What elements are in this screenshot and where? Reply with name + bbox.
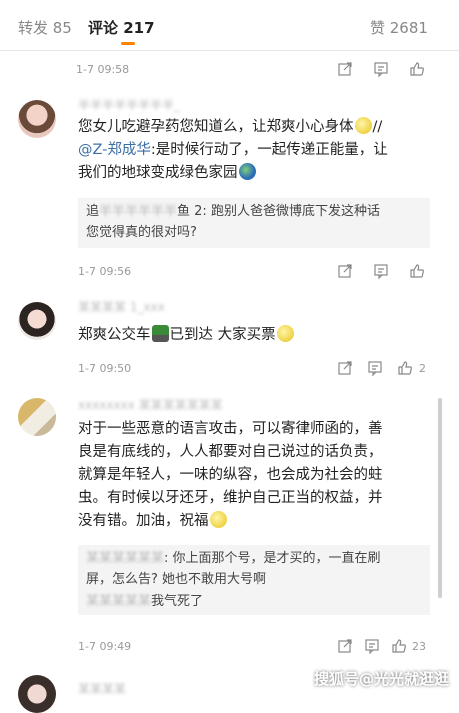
quoted-reply-box[interactable]: 某某某某某某: 你上面那个号，是才买的，一直在刷 屏，怎么告? 她也不敢用大号啊… [78,545,430,615]
comment-text: 我们的地球变成绿色家园 [78,165,238,181]
comment-time: 1-7 09:58 [76,63,130,76]
comment-line: 就算是年轻人，一味的纵容，也会成为社会的蛀 [78,467,383,483]
reply-line: 追半半半半半半鱼 2: 跑别人爸爸微博底下发这种话 [86,201,380,223]
repost-icon[interactable] [337,360,353,376]
crying-emoji-icon [209,511,227,528]
tab-comments[interactable]: 评论 217 [88,17,155,38]
laughing-emoji-icon [276,325,294,342]
bus-emoji-icon [151,325,169,342]
comment-line: 良是有底线的，人人都要对自己说过的话负责， [78,444,383,460]
reply-line: 您觉得真的很对吗? [86,225,197,240]
comment-username[interactable]: xxxxxxxx 某某某某某某某 [78,396,223,413]
reply-text: 鱼 2: 跑别人爸爸微博底下发这种话 [177,204,380,219]
comment-text: 已到达 大家买票 [169,327,276,343]
comment-tabs-bar: 转发 85 评论 217 赞 2681 [0,0,459,51]
reply-text: 我气死了 [151,594,204,609]
like-icon[interactable] [409,61,425,77]
comment-body: 郑爽公交车 已到达 大家买票 [78,324,295,347]
reply-icon[interactable] [373,263,389,279]
repost-icon[interactable] [337,263,353,279]
reply-line: 某某某某某我气死了 [86,591,203,613]
comment-time: 1-7 09:49 [78,640,132,653]
reply-line: 屏，怎么告? 她也不敢用大号啊 [86,572,267,587]
mention-link[interactable]: @Z-郑成华 [78,142,151,158]
avatar[interactable] [18,100,56,138]
comment-meta-row: 1-7 09:50 2 [0,357,459,383]
comment-body: 您女儿吃避孕药您知道么，让郑爽小心身体 // @Z-郑成华:是时候行动了，一起传递… [78,116,388,185]
tab-repost[interactable]: 转发 85 [18,17,72,38]
comment-text: 您女儿吃避孕药您知道么，让郑爽小心身体 [78,119,354,135]
repost-icon[interactable] [337,61,353,77]
tab-likes[interactable]: 赞 2681 [370,17,428,38]
comment-line: 没有错。加油，祝福 [78,510,383,533]
reply-text: : 你上面那个号，是才买的，一直在刷 [164,551,381,566]
comment-line: 您女儿吃避孕药您知道么，让郑爽小心身体 // [78,116,388,139]
reply-icon[interactable] [373,61,389,77]
comment-meta-row: 1-7 09:58 [0,58,459,84]
like-icon[interactable] [391,638,407,654]
comment-time: 1-7 09:50 [78,362,132,375]
smile-emoji-icon [354,117,372,134]
comment-time: 1-7 09:56 [78,265,132,278]
comment-line: 虫。有时候以牙还牙，维护自己正当的权益，并 [78,490,383,506]
comment-text: // [372,119,383,135]
comment-username[interactable]: 某某某某 [78,680,126,697]
avatar[interactable] [18,398,56,436]
like-icon[interactable] [409,263,425,279]
comment-text: 没有错。加油，祝福 [78,513,209,529]
reply-line: 某某某某某某: 你上面那个号，是才买的，一直在刷 [86,548,381,570]
active-tab-indicator [121,42,135,45]
reply-icon[interactable] [364,638,380,654]
comment-text: 郑爽公交车 [78,327,151,343]
comment-username[interactable]: 半半半半半半半半_ [78,96,180,113]
watermark: 搜狐号@光光就逛逛 [313,670,449,688]
repost-icon[interactable] [337,638,353,654]
comment-line: 对于一些恶意的语言攻击，可以寄律师函的，善 [78,421,383,437]
like-icon[interactable] [397,360,413,376]
comment-text: :是时候行动了，一起传递正能量，让 [150,142,388,158]
avatar[interactable] [18,302,56,340]
reply-text: 追 [86,204,100,219]
like-count: 23 [412,640,426,653]
comment-meta-row: 1-7 09:56 [0,260,459,286]
scrollbar[interactable] [438,398,442,598]
comment-body: 对于一些恶意的语言攻击，可以寄律师函的，善 良是有底线的，人人都要对自己说过的话… [78,418,383,533]
comment-line: @Z-郑成华:是时候行动了，一起传递正能量，让 [78,139,388,162]
comment-username[interactable]: 某某某某 1_xxx [78,298,165,315]
reply-username: 某某某某某某 [86,551,165,566]
reply-icon[interactable] [367,360,383,376]
comment-line: 我们的地球变成绿色家园 [78,162,388,185]
avatar[interactable] [18,675,56,713]
quoted-reply-box[interactable]: 追半半半半半半鱼 2: 跑别人爸爸微博底下发这种话 您觉得真的很对吗? [78,198,430,248]
comment-meta-row: 1-7 09:49 23 [0,635,459,661]
reply-username: 半半半半半半 [99,204,178,219]
like-count: 2 [419,362,426,375]
earth-emoji-icon [238,163,256,180]
reply-username: 某某某某某 [86,594,152,609]
